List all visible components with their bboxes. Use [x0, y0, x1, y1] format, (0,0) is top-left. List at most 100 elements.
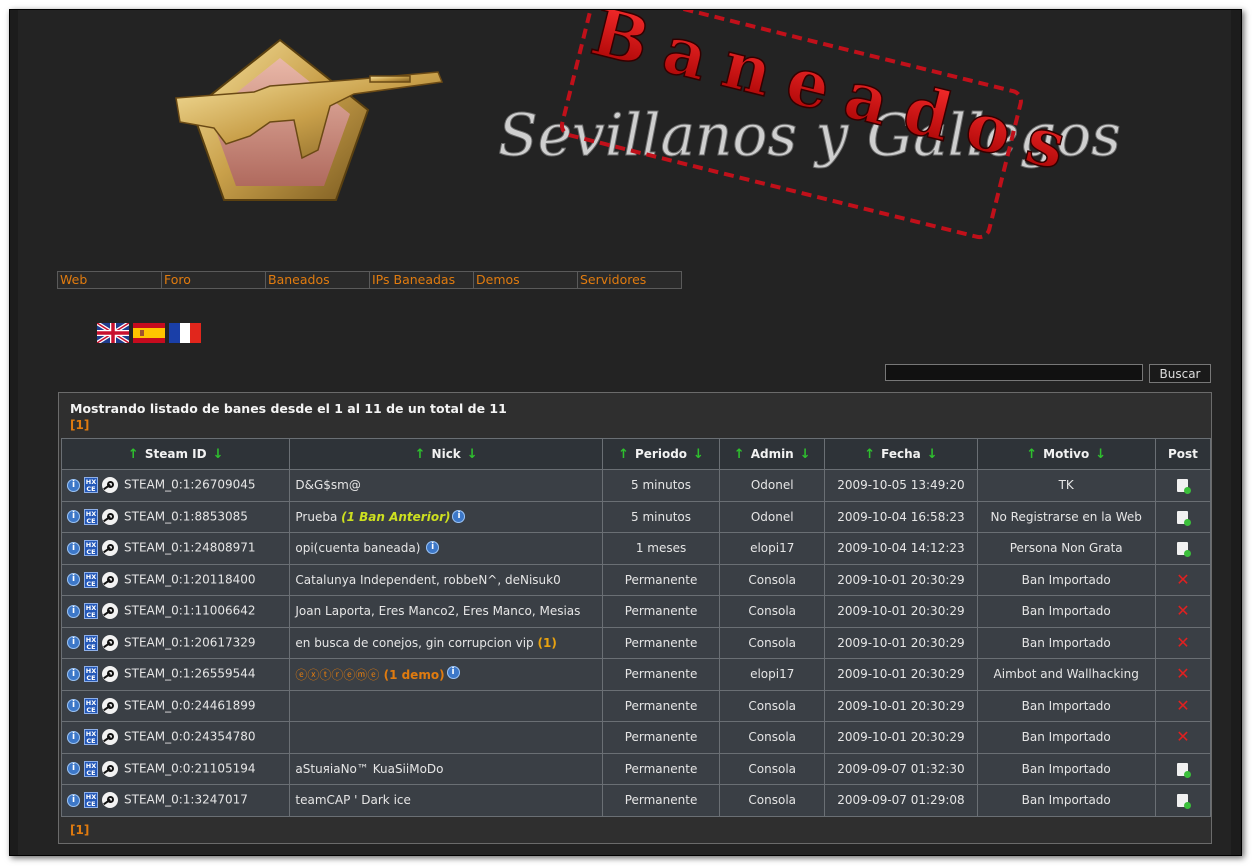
nav-web[interactable]: Web [58, 272, 162, 288]
hlxce-icon[interactable]: HX CE [84, 666, 98, 683]
hlxce-icon[interactable]: HX CE [84, 760, 98, 777]
details-info-icon[interactable]: i [67, 730, 80, 744]
details-info-icon[interactable]: i [67, 510, 80, 524]
cell-steam-id: i HX CE STEAM_0:1:8853085 [60, 500, 291, 533]
details-info-icon[interactable]: i [67, 636, 80, 650]
col-motivo[interactable]: ↑ Motivo ↓ [976, 438, 1156, 470]
sort-desc-icon[interactable]: ↓ [927, 447, 938, 462]
steam-id: STEAM_0:1:24808971 [124, 540, 256, 555]
steam-icon[interactable] [102, 760, 118, 777]
col-admin[interactable]: ↑ Admin ↓ [719, 438, 826, 470]
steam-icon[interactable] [102, 697, 118, 714]
cell-admin: Consola [719, 784, 826, 817]
row-icons: i HX CE [67, 729, 118, 746]
cell-motivo: Ban Importado [976, 784, 1156, 817]
nick: Prueba [295, 509, 342, 524]
page-frame: Sevillanos y Gallegos Baneados Web Foro … [9, 9, 1242, 856]
col-label: Fecha [881, 446, 921, 461]
info-icon[interactable]: i [452, 509, 466, 523]
cell-steam-id: i HX CE STEAM_0:1:20118400 [60, 563, 291, 596]
sort-asc-icon[interactable]: ↑ [128, 447, 139, 462]
sort-asc-icon[interactable]: ↑ [864, 447, 875, 462]
details-info-icon[interactable]: i [67, 667, 80, 681]
table-row: i HX CE STEAM_0:0:24461899 Permanente Con… [60, 689, 1212, 722]
pager-top[interactable]: [1] [70, 418, 89, 432]
sort-desc-icon[interactable]: ↓ [693, 447, 704, 462]
steam-icon[interactable] [102, 729, 118, 746]
nav-demos[interactable]: Demos [474, 272, 578, 288]
hlxce-icon[interactable]: HX CE [84, 540, 98, 557]
nick-extra[interactable]: (1) [537, 636, 556, 650]
cell-periodo: 5 minutos [601, 500, 721, 533]
spain-flag-icon[interactable] [133, 323, 165, 343]
nick-extra[interactable]: (1 demo) [379, 668, 445, 682]
search-button[interactable]: Buscar [1149, 364, 1211, 383]
details-info-icon[interactable]: i [67, 478, 80, 492]
steam-icon[interactable] [102, 792, 118, 809]
hlxce-icon[interactable]: HX CE [84, 477, 98, 494]
details-info-icon[interactable]: i [67, 793, 80, 807]
uk-flag-icon[interactable] [97, 323, 129, 343]
info-icon[interactable]: i [446, 665, 460, 679]
sort-desc-icon[interactable]: ↓ [213, 447, 224, 462]
add-post-icon[interactable] [1177, 762, 1192, 778]
col-steam-id[interactable]: ↑ Steam ID ↓ [60, 438, 291, 470]
nav-ips-baneadas[interactable]: IPs Baneadas [370, 272, 474, 288]
pager-bottom[interactable]: [1] [70, 823, 89, 837]
col-fecha[interactable]: ↑ Fecha ↓ [824, 438, 978, 470]
cell-periodo: Permanente [601, 626, 721, 659]
details-info-icon[interactable]: i [67, 699, 80, 713]
steam-id: STEAM_0:1:26709045 [124, 477, 256, 492]
cell-post [1154, 469, 1212, 502]
cell-admin: Consola [719, 689, 826, 722]
sort-desc-icon[interactable]: ↓ [800, 447, 811, 462]
info-icon[interactable]: i [426, 541, 440, 555]
nav-servidores[interactable]: Servidores [578, 272, 681, 288]
main-nav: Web Foro Baneados IPs Baneadas Demos Ser… [57, 271, 682, 289]
cell-admin: Consola [719, 595, 826, 628]
hlxce-icon[interactable]: HX CE [84, 697, 98, 714]
search-input[interactable] [885, 364, 1143, 381]
steam-icon[interactable] [102, 508, 118, 525]
hlxce-icon[interactable]: HX CE [84, 792, 98, 809]
cell-fecha: 2009-10-01 20:30:29 [824, 721, 978, 754]
col-nick[interactable]: ↑ Nick ↓ [289, 438, 603, 470]
cell-nick: Catalunya Independent, robbeN^, deNisuk0 [289, 563, 603, 596]
add-post-icon[interactable] [1177, 479, 1192, 495]
cell-motivo: TK [976, 469, 1156, 502]
cell-admin: Odonel [719, 469, 826, 502]
details-info-icon[interactable]: i [67, 573, 80, 587]
steam-icon[interactable] [102, 477, 118, 494]
sort-desc-icon[interactable]: ↓ [1095, 447, 1106, 462]
sort-asc-icon[interactable]: ↑ [1026, 447, 1037, 462]
steam-icon[interactable] [102, 634, 118, 651]
hlxce-icon[interactable]: HX CE [84, 603, 98, 620]
add-post-icon[interactable] [1177, 794, 1192, 810]
hlxce-icon[interactable]: HX CE [84, 729, 98, 746]
sort-asc-icon[interactable]: ↑ [618, 447, 629, 462]
col-periodo[interactable]: ↑ Periodo ↓ [601, 438, 721, 470]
steam-icon[interactable] [102, 571, 118, 588]
steam-icon[interactable] [102, 540, 118, 557]
nav-baneados[interactable]: Baneados [266, 272, 370, 288]
steam-icon[interactable] [102, 603, 118, 620]
add-post-icon[interactable] [1177, 510, 1192, 526]
details-info-icon[interactable]: i [67, 762, 80, 776]
cell-post: ✕ [1154, 658, 1212, 691]
cell-fecha: 2009-10-01 20:30:29 [824, 689, 978, 722]
nick: en busca de conejos, gin corrupcion vip [295, 635, 538, 650]
sort-asc-icon[interactable]: ↑ [415, 447, 426, 462]
details-info-icon[interactable]: i [67, 541, 80, 555]
hlxce-icon[interactable]: HX CE [84, 571, 98, 588]
france-flag-icon[interactable] [169, 323, 201, 343]
steam-icon[interactable] [102, 666, 118, 683]
details-info-icon[interactable]: i [67, 604, 80, 618]
hlxce-icon[interactable]: HX CE [84, 634, 98, 651]
add-post-icon[interactable] [1177, 542, 1192, 558]
nick-extra[interactable]: (1 Ban Anterior) [341, 510, 450, 524]
sort-asc-icon[interactable]: ↑ [734, 447, 745, 462]
hlxce-icon[interactable]: HX CE [84, 508, 98, 525]
cell-steam-id: i HX CE STEAM_0:1:24808971 [60, 532, 291, 565]
nav-foro[interactable]: Foro [162, 272, 266, 288]
sort-desc-icon[interactable]: ↓ [467, 447, 478, 462]
